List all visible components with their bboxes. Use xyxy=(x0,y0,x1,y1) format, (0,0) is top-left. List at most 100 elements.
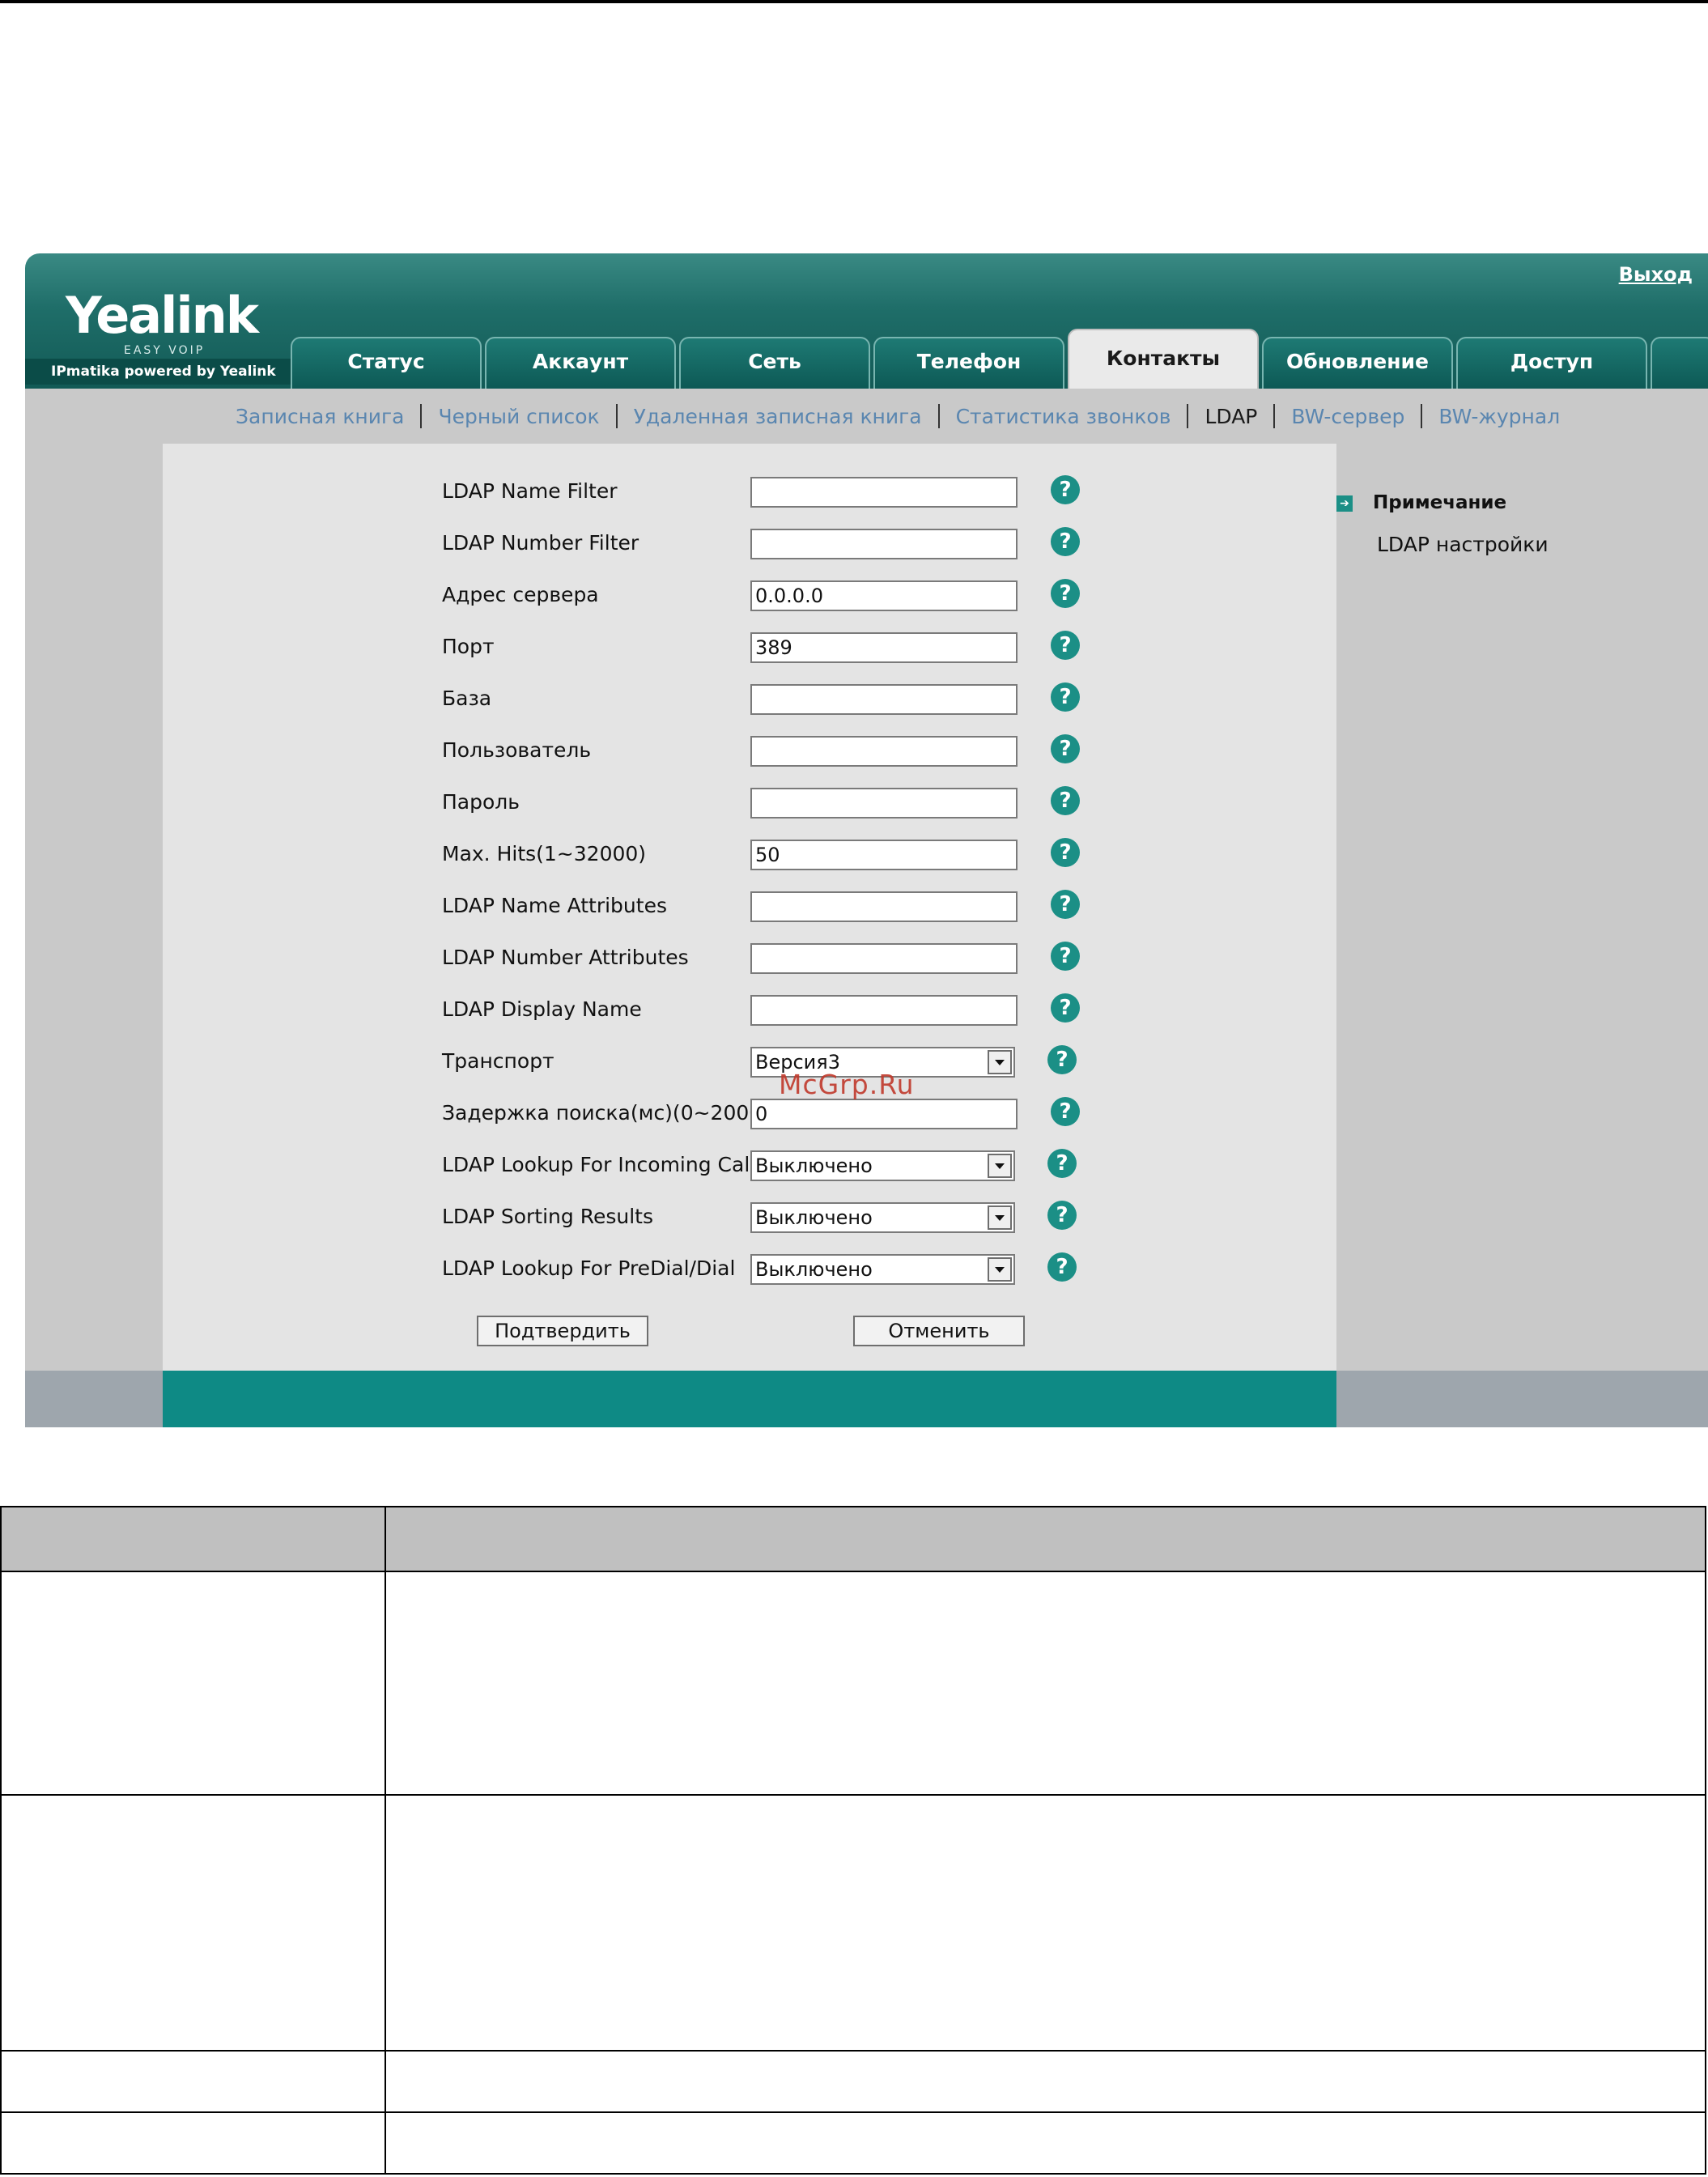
tab-phone[interactable]: Телефон xyxy=(873,337,1064,389)
column-divider xyxy=(385,1796,386,2050)
logo-powered-by: IPmatika powered by Yealink xyxy=(25,359,292,385)
help-icon[interactable]: ? xyxy=(1047,1045,1077,1074)
help-icon[interactable]: ? xyxy=(1047,1149,1077,1178)
tab-network[interactable]: Сеть xyxy=(679,337,870,389)
tab-account[interactable]: Аккаунт xyxy=(485,337,676,389)
page-top-rule xyxy=(0,0,1708,3)
column-divider xyxy=(385,1572,386,1794)
subnav-bw-log[interactable]: BW-журнал xyxy=(1422,405,1576,428)
note-panel: ➔ Примечание LDAP настройки xyxy=(1336,444,1708,1371)
tab-overflow[interactable] xyxy=(1651,337,1708,389)
search-delay-input[interactable]: 0 xyxy=(750,1099,1018,1129)
help-icon[interactable]: ? xyxy=(1047,1201,1077,1230)
table-header-row xyxy=(2,1507,1705,1572)
main-tabs: Статус Аккаунт Сеть Телефон Контакты Обн… xyxy=(291,329,1708,389)
chevron-down-icon[interactable] xyxy=(988,1257,1012,1282)
tab-upgrade[interactable]: Обновление xyxy=(1262,337,1453,389)
form-row: LDAP Display Name ? xyxy=(163,990,1336,1029)
ldap-number-attributes-input[interactable] xyxy=(750,943,1018,974)
help-icon[interactable]: ? xyxy=(1051,890,1080,919)
note-title-text: Примечание xyxy=(1373,492,1507,513)
base-input[interactable] xyxy=(750,684,1018,715)
ldap-name-filter-input[interactable] xyxy=(750,477,1018,508)
server-address-input[interactable]: 0.0.0.0 xyxy=(750,580,1018,611)
column-divider xyxy=(385,1507,386,1571)
form-row: LDAP Lookup For Incoming Call Выключено … xyxy=(163,1146,1336,1184)
help-icon[interactable]: ? xyxy=(1051,1097,1080,1126)
help-icon[interactable]: ? xyxy=(1051,527,1080,556)
help-icon[interactable]: ? xyxy=(1051,682,1080,712)
form-row: База ? xyxy=(163,679,1336,718)
field-label: База xyxy=(442,687,492,710)
table-row xyxy=(2,2052,1705,2113)
table-row xyxy=(2,2113,1705,2173)
help-icon[interactable]: ? xyxy=(1051,993,1080,1023)
form-row: Пользователь ? xyxy=(163,731,1336,770)
help-icon[interactable]: ? xyxy=(1051,734,1080,763)
footer-center-band xyxy=(163,1371,1336,1427)
help-icon[interactable]: ? xyxy=(1051,475,1080,504)
field-label: Адрес сервера xyxy=(442,583,599,606)
ldap-number-filter-input[interactable] xyxy=(750,529,1018,559)
chevron-down-icon[interactable] xyxy=(988,1154,1012,1178)
field-label: Max. Hits(1~32000) xyxy=(442,842,647,865)
subnav-bw-server[interactable]: BW-сервер xyxy=(1275,405,1421,428)
chevron-down-icon[interactable] xyxy=(988,1050,1012,1074)
column-divider xyxy=(385,2052,386,2111)
chevron-down-icon[interactable] xyxy=(988,1205,1012,1230)
watermark: McGrp.Ru xyxy=(779,1069,915,1100)
field-label: LDAP Number Attributes xyxy=(442,946,689,969)
column-divider xyxy=(385,2113,386,2173)
select-value: Выключено xyxy=(755,1154,873,1177)
table-row xyxy=(2,1572,1705,1796)
help-icon[interactable]: ? xyxy=(1051,631,1080,660)
form-row: LDAP Name Filter ? xyxy=(163,472,1336,511)
form-row: Пароль ? xyxy=(163,783,1336,822)
table-row xyxy=(2,1796,1705,2052)
cancel-button[interactable]: Отменить xyxy=(853,1316,1025,1346)
subnav-call-stats[interactable]: Статистика звонков xyxy=(940,405,1188,428)
ldap-name-attributes-input[interactable] xyxy=(750,891,1018,922)
tab-status[interactable]: Статус xyxy=(291,337,482,389)
form-row: LDAP Name Attributes ? xyxy=(163,887,1336,925)
subnav-blacklist[interactable]: Черный список xyxy=(422,405,615,428)
subnav-remote-phonebook[interactable]: Удаленная записная книга xyxy=(618,405,938,428)
form-row: LDAP Sorting Results Выключено ? xyxy=(163,1197,1336,1236)
field-label: Порт xyxy=(442,635,495,658)
tab-access[interactable]: Доступ xyxy=(1456,337,1647,389)
help-icon[interactable]: ? xyxy=(1051,942,1080,971)
help-icon[interactable]: ? xyxy=(1051,786,1080,815)
sorting-results-select[interactable]: Выключено xyxy=(750,1202,1015,1233)
field-label: LDAP Lookup For PreDial/Dial xyxy=(442,1256,736,1280)
lookup-predial-select[interactable]: Выключено xyxy=(750,1254,1015,1285)
note-text: LDAP настройки xyxy=(1377,533,1549,556)
tab-contacts[interactable]: Контакты xyxy=(1068,329,1259,389)
help-icon[interactable]: ? xyxy=(1051,579,1080,608)
field-label: Пароль xyxy=(442,790,520,814)
content-area: LDAP Name Filter ? LDAP Number Filter ? … xyxy=(25,444,1708,1371)
lookup-incoming-call-select[interactable]: Выключено xyxy=(750,1150,1015,1181)
field-label: LDAP Number Filter xyxy=(442,531,639,555)
document-table xyxy=(0,1506,1706,2175)
subnav-ldap[interactable]: LDAP xyxy=(1188,405,1273,428)
help-icon[interactable]: ? xyxy=(1047,1252,1077,1282)
port-input[interactable]: 389 xyxy=(750,632,1018,663)
field-label: Задержка поиска(мс)(0~2000) xyxy=(442,1101,770,1125)
help-icon[interactable]: ? xyxy=(1051,838,1080,867)
field-label: LDAP Sorting Results xyxy=(442,1205,653,1228)
confirm-button[interactable]: Подтвердить xyxy=(477,1316,648,1346)
field-label: LDAP Display Name xyxy=(442,997,642,1021)
form-row: Транспорт Версия3 ? xyxy=(163,1042,1336,1081)
subnav-phonebook[interactable]: Записная книга xyxy=(219,405,420,428)
form-row: Задержка поиска(мс)(0~2000) 0 ? xyxy=(163,1094,1336,1133)
user-input[interactable] xyxy=(750,736,1018,767)
ldap-display-name-input[interactable] xyxy=(750,995,1018,1026)
select-value: Выключено xyxy=(755,1258,873,1281)
logo: Yealink EASY VOIP IPmatika powered by Ye… xyxy=(25,253,292,385)
logo-text: Yealink xyxy=(66,286,259,345)
logout-link[interactable]: Выход xyxy=(1595,263,1693,286)
form-row: LDAP Number Filter ? xyxy=(163,524,1336,563)
max-hits-input[interactable]: 50 xyxy=(750,840,1018,870)
password-input[interactable] xyxy=(750,788,1018,819)
field-label: Транспорт xyxy=(442,1049,554,1073)
